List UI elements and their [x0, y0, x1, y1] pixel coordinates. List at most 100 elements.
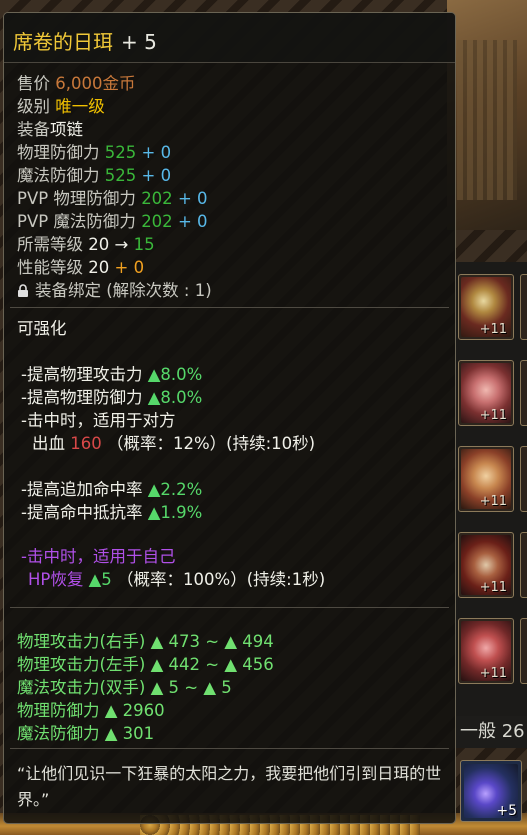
divider: [10, 307, 449, 308]
enhance-header-row: 可强化: [17, 318, 67, 340]
stat-label: 性能等级: [17, 258, 83, 277]
option-text: -提高命中抵抗率: [21, 503, 143, 522]
inventory-slot[interactable]: [520, 360, 527, 426]
divider: [10, 748, 449, 749]
inventory-slot[interactable]: [520, 446, 527, 512]
option-value: ▲5: [88, 570, 112, 589]
bonus-stat-label: 魔法攻击力(双手): [17, 678, 146, 697]
stat-value: 202: [141, 189, 173, 208]
inventory-slot[interactable]: +11: [458, 618, 514, 684]
stat-value: 525: [104, 166, 137, 185]
stat-label: 所需等级: [17, 235, 83, 254]
bonus-stat-row: 物理攻击力(右手) ▲ 473 ~ ▲ 494: [17, 631, 274, 653]
inventory-slot-selected[interactable]: +5: [460, 760, 522, 822]
inventory-tab-general[interactable]: 一般 26: [456, 716, 527, 748]
grade-row: 级别 唯一级: [17, 96, 105, 118]
performance-level-row: 性能等级 20 + 0: [17, 257, 144, 279]
pvp-physical-defense-row: PVP 物理防御力 202 + 0: [17, 188, 208, 210]
equip-label: 装备: [17, 120, 50, 139]
stat-label: PVP 物理防御力: [17, 189, 136, 208]
bonus-stat-label: 魔法防御力: [17, 724, 100, 743]
bonus-stat-row: 魔法攻击力(双手) ▲ 5 ~ ▲ 5: [17, 677, 232, 699]
item-title: 席卷的日珥 + 5: [13, 26, 157, 55]
option-value: ▲8.0%: [147, 388, 203, 407]
lock-icon: [18, 284, 28, 297]
option-text: -击中时，适用于自己: [21, 547, 176, 566]
inventory-slot[interactable]: +11: [458, 274, 514, 340]
bonus-stat-label: 物理防御力: [17, 701, 100, 720]
grade-label: 级别: [17, 97, 50, 116]
enhance-option-row: -提高追加命中率 ▲2.2%: [21, 479, 202, 501]
inventory-panel: +11 +11 +11 +11 +11: [455, 262, 527, 732]
stat-value: 525: [104, 143, 137, 162]
item-enhance-level: + 5: [121, 30, 157, 54]
required-level-reduced: 15: [133, 235, 155, 254]
option-value: ▲8.0%: [147, 365, 203, 384]
enhance-header: 可强化: [17, 319, 67, 338]
enhance-option-row: 出血 160 （概率：12%）(持续:10秒): [32, 433, 315, 455]
stat-bonus: + 0: [177, 212, 208, 231]
option-value: ▲2.2%: [147, 480, 203, 499]
option-rate: （概率：12%）(持续:10秒): [107, 434, 316, 453]
stat-bonus: + 0: [177, 189, 208, 208]
enhance-option-row: -提高命中抵抗率 ▲1.9%: [21, 502, 202, 524]
option-text: -提高物理防御力: [21, 388, 143, 407]
stat-value: 20: [88, 258, 110, 277]
pvp-magic-defense-row: PVP 魔法防御力 202 + 0: [17, 211, 208, 233]
bind-status-row: 装备绑定 (解除次数 : 1): [17, 280, 212, 302]
price-value: 6,000金币: [55, 74, 136, 93]
option-value: 160: [70, 434, 102, 453]
bonus-stat-label: 物理攻击力(右手): [17, 632, 146, 651]
divider: [10, 607, 449, 608]
slot-enhance-count: +11: [479, 666, 507, 681]
bonus-stat-row: 物理攻击力(左手) ▲ 442 ~ ▲ 456: [17, 654, 274, 676]
option-text: HP恢复: [28, 570, 84, 589]
equip-slot-row: 装备项链: [17, 119, 83, 141]
inventory-slot[interactable]: [520, 532, 527, 598]
option-text: -提高追加命中率: [21, 480, 143, 499]
slot-enhance-count: +11: [479, 494, 507, 509]
item-name: 席卷的日珥: [13, 30, 113, 54]
enhance-option-row: HP恢复 ▲5 （概率：100%）(持续:1秒): [28, 569, 325, 591]
option-text: -提高物理攻击力: [21, 365, 143, 384]
bonus-stat-value: ▲ 2960: [104, 701, 165, 720]
bind-status-text: 装备绑定 (解除次数 : 1): [35, 281, 212, 300]
price-label: 售价: [17, 74, 50, 93]
bonus-stat-value: ▲ 473 ~ ▲ 494: [150, 632, 274, 651]
slot-enhance-count: +5: [496, 803, 517, 819]
stat-value: 202: [141, 212, 173, 231]
inventory-slot[interactable]: +11: [458, 360, 514, 426]
price-row: 售价 6,000金币: [17, 73, 136, 95]
inventory-slot[interactable]: +11: [458, 532, 514, 598]
stat-label: 物理防御力: [17, 143, 100, 162]
inventory-slot[interactable]: [520, 618, 527, 684]
option-value: ▲1.9%: [147, 503, 203, 522]
required-level-original: 20: [88, 235, 110, 254]
option-rate: （概率：100%）(持续:1秒): [117, 570, 326, 589]
stat-label: PVP 魔法防御力: [17, 212, 136, 231]
bonus-stat-value: ▲ 5 ~ ▲ 5: [150, 678, 232, 697]
inventory-slot[interactable]: +11: [458, 446, 514, 512]
stat-label: 魔法防御力: [17, 166, 100, 185]
stat-bonus: + 0: [141, 166, 172, 185]
enhance-option-row: -提高物理防御力 ▲8.0%: [21, 387, 202, 409]
bonus-stat-label: 物理攻击力(左手): [17, 655, 146, 674]
slot-enhance-count: +11: [479, 322, 507, 337]
item-tooltip: 席卷的日珥 + 5 售价 6,000金币 级别 唯一级 装备项链 物理防御力 52…: [3, 12, 456, 824]
scene-building-corner: [447, 0, 527, 230]
required-level-row: 所需等级 20 → 15: [17, 234, 155, 256]
enhance-option-row: -击中时，适用于对方: [21, 410, 175, 432]
bonus-stat-value: ▲ 301: [104, 724, 155, 743]
option-text: 出血: [32, 434, 65, 453]
physical-defense-row: 物理防御力 525 + 0: [17, 142, 171, 164]
enhance-option-row: -击中时，适用于自己: [21, 546, 175, 568]
tooltip-header: 席卷的日珥 + 5: [4, 13, 455, 63]
bonus-stat-row: 物理防御力 ▲ 2960: [17, 700, 165, 722]
slot-enhance-count: +11: [479, 408, 507, 423]
item-flavor-text: “让他们见识一下狂暴的太阳之力，我要把他们引到日珥的世界。”: [17, 764, 442, 809]
slot-enhance-count: +11: [479, 580, 507, 595]
enhance-option-row: -提高物理攻击力 ▲8.0%: [21, 364, 202, 386]
equip-value: 项链: [50, 120, 83, 139]
stat-bonus: + 0: [141, 143, 172, 162]
inventory-slot[interactable]: [520, 274, 527, 340]
